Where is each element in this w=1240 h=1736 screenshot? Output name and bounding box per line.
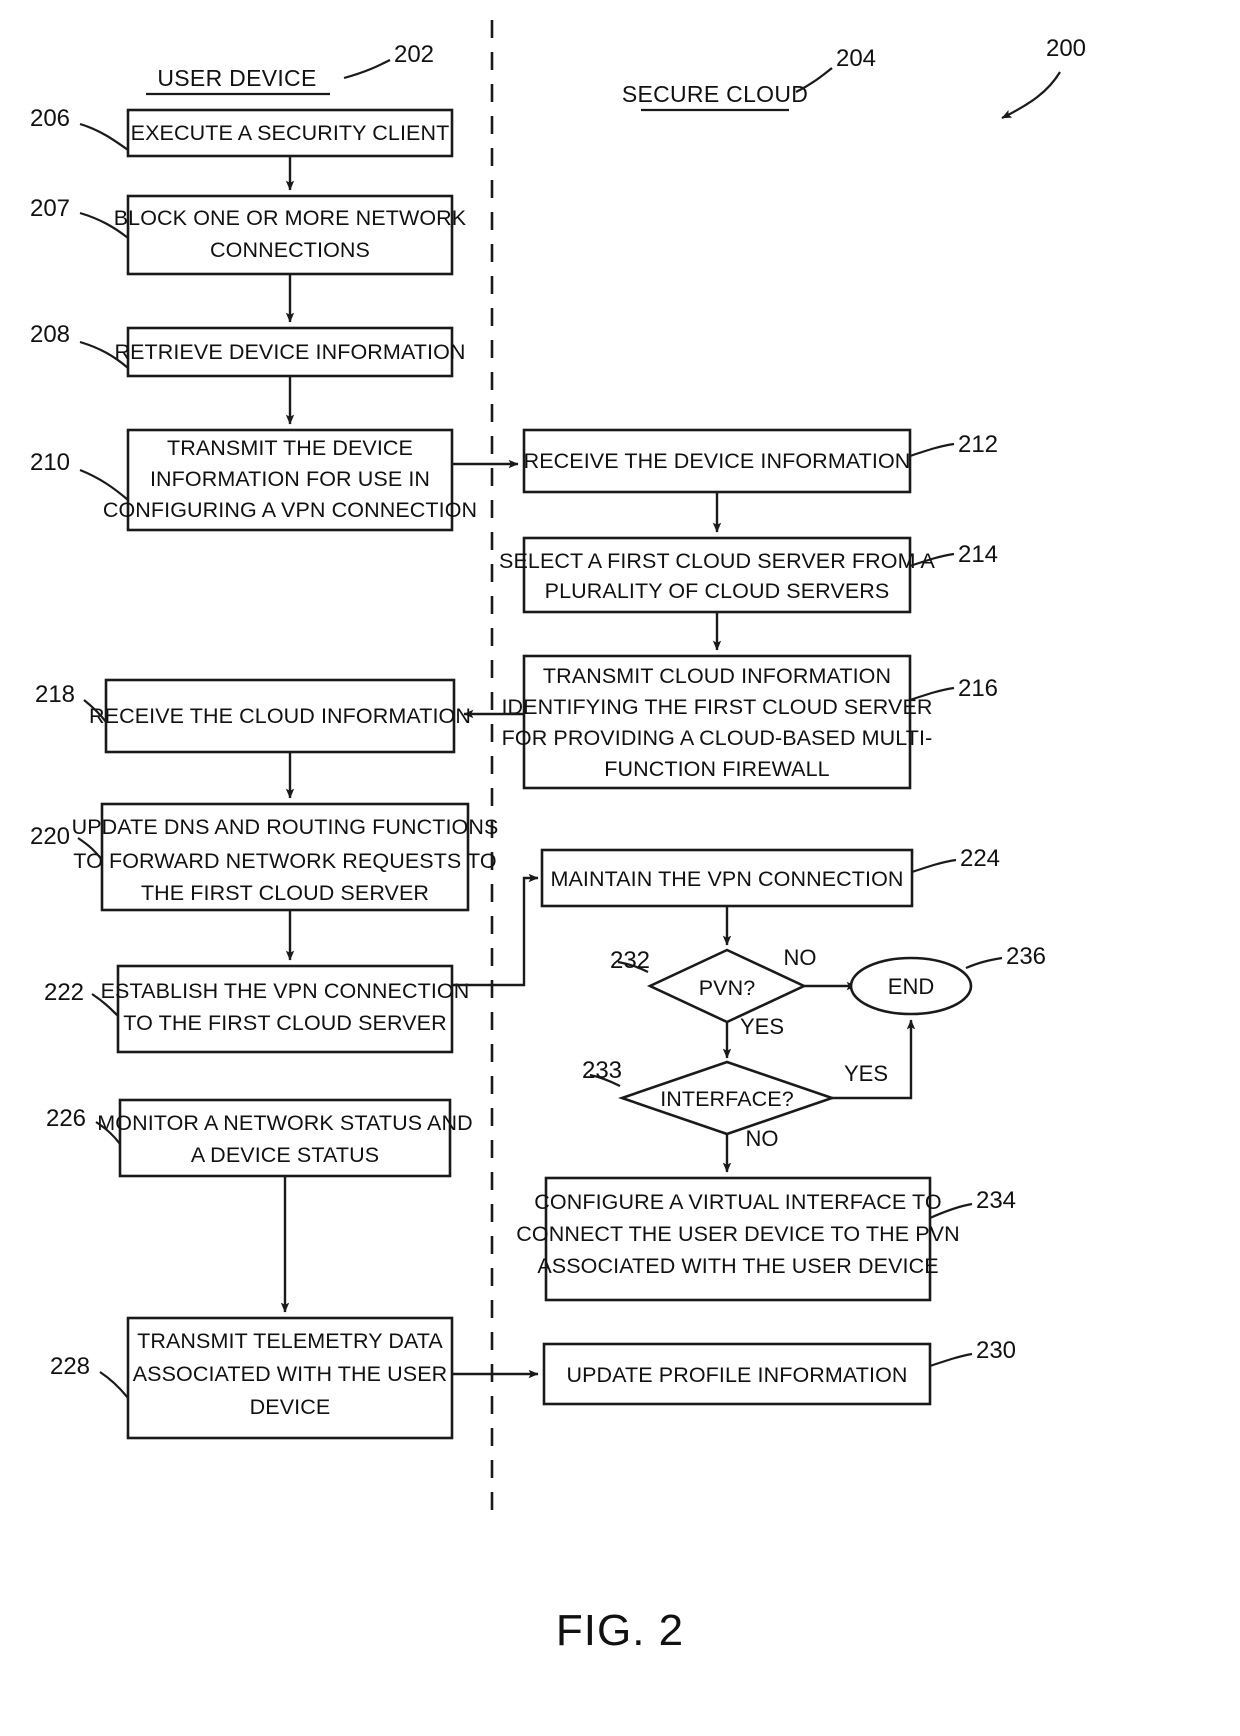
figure-ref-arrow-200 xyxy=(1001,71,1061,119)
ref-label-218: 218 xyxy=(35,681,75,708)
leader-204 xyxy=(795,67,833,93)
node-226-line-0: MONITOR A NETWORK STATUS AND xyxy=(97,1111,473,1135)
flowchart-canvas: USER DEVICE 202 SECURE CLOUD 204 200 EXE… xyxy=(30,20,1086,1655)
node-220-line-1: TO FORWARD NETWORK REQUESTS TO xyxy=(73,849,496,873)
node-234-line-0: CONFIGURE A VIRTUAL INTERFACE TO xyxy=(534,1190,941,1214)
ref-label-212: 212 xyxy=(958,431,998,458)
edge-label-pvn-yes: YES xyxy=(740,1014,784,1039)
ref-label-207: 207 xyxy=(30,195,70,222)
leader-206 xyxy=(79,122,129,151)
node-232-line-0: PVN? xyxy=(699,976,756,1000)
node-236-line-0: END xyxy=(888,974,934,999)
node-222-line-1: TO THE FIRST CLOUD SERVER xyxy=(123,1011,446,1035)
figure-caption: FIG. 2 xyxy=(556,1606,684,1655)
node-228-line-0: TRANSMIT TELEMETRY DATA xyxy=(137,1329,443,1353)
node-234-line-2: ASSOCIATED WITH THE USER DEVICE xyxy=(537,1254,938,1278)
node-214-line-1: PLURALITY OF CLOUD SERVERS xyxy=(545,579,890,603)
node-230-line-0: UPDATE PROFILE INFORMATION xyxy=(566,1363,907,1387)
node-228-line-1: ASSOCIATED WITH THE USER xyxy=(133,1362,448,1386)
ref-label-210: 210 xyxy=(30,449,70,476)
leader-202 xyxy=(343,59,391,80)
node-216-line-1: IDENTIFYING THE FIRST CLOUD SERVER xyxy=(501,695,932,719)
node-208-line-0: RETRIEVE DEVICE INFORMATION xyxy=(114,340,465,364)
ref-label-232: 232 xyxy=(610,947,650,974)
ref-label-200: 200 xyxy=(1046,35,1086,62)
patent-figure-2: USER DEVICE 202 SECURE CLOUD 204 200 EXE… xyxy=(0,0,1240,1736)
ref-label-234: 234 xyxy=(976,1187,1016,1214)
node-222-line-0: ESTABLISH THE VPN CONNECTION xyxy=(101,979,470,1003)
node-228-line-2: DEVICE xyxy=(250,1395,331,1419)
node-212-line-0: RECEIVE THE DEVICE INFORMATION xyxy=(524,449,911,473)
node-216-line-0: TRANSMIT CLOUD INFORMATION xyxy=(543,664,891,688)
edge-233-yes-to-236 xyxy=(832,1019,916,1100)
ref-label-208: 208 xyxy=(30,321,70,348)
leader-236 xyxy=(965,956,1003,970)
node-224-line-0: MAINTAIN THE VPN CONNECTION xyxy=(550,867,903,891)
ref-label-214: 214 xyxy=(958,541,998,568)
node-218-line-0: RECEIVE THE CLOUD INFORMATION xyxy=(89,704,471,728)
ref-label-216: 216 xyxy=(958,675,998,702)
node-210-line-1: INFORMATION FOR USE IN xyxy=(150,467,430,491)
edge-label-interface-yes: YES xyxy=(844,1061,888,1086)
leader-224 xyxy=(911,858,957,874)
leader-230 xyxy=(929,1352,973,1368)
node-226-line-1: A DEVICE STATUS xyxy=(191,1143,379,1167)
node-233-line-0: INTERFACE? xyxy=(660,1087,794,1111)
node-220-line-0: UPDATE DNS AND ROUTING FUNCTIONS xyxy=(72,815,499,839)
node-220-line-2: THE FIRST CLOUD SERVER xyxy=(141,881,429,905)
lane-title-secure-cloud: SECURE CLOUD xyxy=(622,81,808,107)
node-210-line-2: CONFIGURING A VPN CONNECTION xyxy=(103,498,477,522)
leader-228 xyxy=(99,1371,129,1399)
node-210-line-0: TRANSMIT THE DEVICE xyxy=(167,436,413,460)
edge-label-interface-no: NO xyxy=(746,1126,779,1151)
ref-label-236: 236 xyxy=(1006,943,1046,970)
node-234-line-1: CONNECT THE USER DEVICE TO THE PVN xyxy=(516,1222,959,1246)
ref-label-220: 220 xyxy=(30,823,70,850)
ref-label-224: 224 xyxy=(960,845,1000,872)
ref-label-228: 228 xyxy=(50,1353,90,1380)
ref-label-222: 222 xyxy=(44,979,84,1006)
leader-212 xyxy=(909,442,955,458)
ref-label-206: 206 xyxy=(30,105,70,132)
ref-label-233: 233 xyxy=(582,1057,622,1084)
ref-label-202: 202 xyxy=(394,41,434,68)
node-207-line-0: BLOCK ONE OR MORE NETWORK xyxy=(114,206,467,230)
ref-label-226: 226 xyxy=(46,1105,86,1132)
node-207-line-1: CONNECTIONS xyxy=(210,238,370,262)
node-216-line-2: FOR PROVIDING A CLOUD-BASED MULTI- xyxy=(502,726,933,750)
node-214-line-0: SELECT A FIRST CLOUD SERVER FROM A xyxy=(499,549,935,573)
node-206-line-0: EXECUTE A SECURITY CLIENT xyxy=(131,121,450,145)
edge-label-pvn-no: NO xyxy=(784,945,817,970)
lane-title-user-device: USER DEVICE xyxy=(157,65,316,91)
leader-210 xyxy=(79,468,129,501)
ref-label-230: 230 xyxy=(976,1337,1016,1364)
ref-label-204: 204 xyxy=(836,45,876,72)
node-216-line-3: FUNCTION FIREWALL xyxy=(604,757,829,781)
